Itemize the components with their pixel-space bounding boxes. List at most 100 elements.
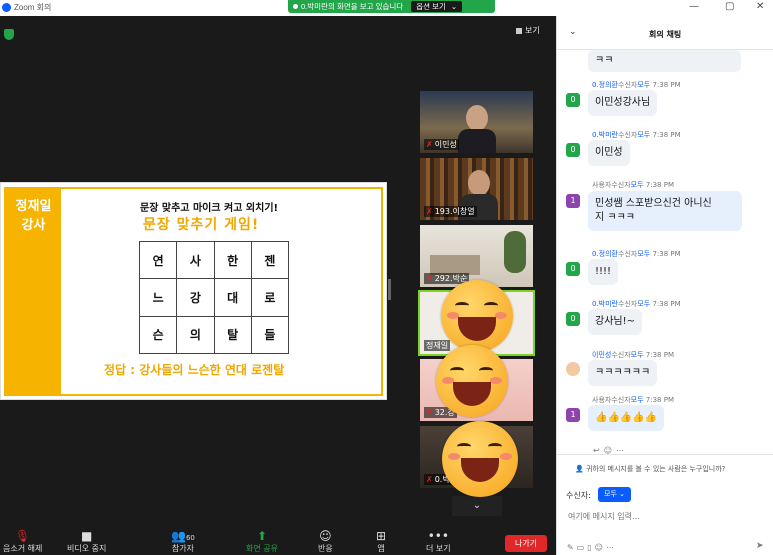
chat-message-meta: 이민성수신자모두 7:38 PM — [592, 351, 674, 359]
furniture-decor — [430, 255, 480, 275]
avatar: 0 — [566, 262, 580, 276]
leave-button[interactable]: 나가기 — [505, 535, 547, 552]
mic-muted-icon: ✗ — [426, 274, 433, 283]
chat-message-meta: 0.박미란수신자모두 7:38 PM — [592, 131, 681, 139]
avatar: 0 — [566, 312, 580, 326]
view-options-button[interactable]: 옵션 보기 ⌄ — [411, 1, 463, 12]
mic-muted-icon: ✗ — [426, 475, 433, 484]
grid-cell: 대 — [213, 278, 252, 317]
laughing-emoji-reaction-icon — [441, 280, 513, 352]
grid-cell: 사 — [176, 240, 215, 280]
chat-message-meta: 사용자수신자모두 7:38 PM — [592, 181, 674, 189]
slide-instructor-label: 정재일 강사 — [6, 189, 61, 394]
chevron-down-icon: ⌄ — [450, 2, 458, 11]
grid-cell: 강 — [176, 278, 215, 317]
participants-button[interactable]: 👥60 참가자 — [171, 529, 195, 554]
maximize-icon[interactable]: ▢ — [725, 1, 734, 12]
close-icon[interactable]: ✕ — [756, 1, 764, 12]
video-tile[interactable]: ✗ 292.박순 — [420, 225, 533, 287]
share-screen-icon: ⬆ — [256, 529, 268, 543]
chat-message-meta: 0.정의환수신자모두 7:38 PM — [592, 81, 681, 89]
avatar — [566, 362, 580, 376]
participant-face — [468, 170, 490, 196]
apps-icon: ⊞ — [376, 529, 387, 543]
laughing-emoji-reaction-icon — [442, 421, 518, 497]
chat-message-bubble: !!!! — [588, 259, 619, 285]
zoom-logo-icon — [2, 3, 11, 12]
unmute-button[interactable]: 🎙 음소거 해제 — [3, 529, 42, 554]
code-icon: ▭ — [576, 543, 588, 552]
chevron-down-icon: ⌄ — [619, 490, 625, 498]
panel-splitter-handle[interactable] — [388, 279, 391, 300]
recipient-select[interactable]: 모두 ⌄ — [598, 487, 631, 502]
chevron-down-icon[interactable]: ⌄ — [569, 27, 577, 37]
recipient-label: 수신자: — [566, 491, 591, 500]
privacy-hint-link[interactable]: 👤 귀하의 메시지를 볼 수 있는 사람은 누구입니까? — [575, 464, 725, 474]
grid-cell: 한 — [213, 240, 252, 280]
chat-message-bubble: 민성쌤 스포받으신건 아니신 지 ㅋㅋㅋ — [588, 191, 742, 231]
slide-title: 문장 맞추기 게임! — [143, 217, 260, 233]
chat-message-bubble: 👍👍👍👍👍 — [588, 405, 665, 431]
grid-cell: 슨 — [138, 315, 178, 355]
participant-name: 정재일 — [424, 340, 451, 351]
more-icon: ••• — [427, 529, 449, 543]
message-input[interactable] — [568, 509, 764, 523]
reaction-icon: ☺ — [319, 529, 332, 543]
video-tile[interactable]: ✗ 이민성 — [420, 91, 533, 153]
input-tools[interactable]: ✎▭▯☺⋯ — [567, 543, 617, 552]
chat-message-meta: 0.정의환수신자모두 7:38 PM — [592, 250, 681, 258]
laughing-emoji-reaction-icon — [436, 345, 508, 417]
participant-name: ✗ 이민성 — [424, 139, 459, 150]
microphone-muted-icon: 🎙 — [15, 529, 31, 543]
window-title: Zoom 회의 — [14, 3, 52, 12]
reactions-button[interactable]: ☺ 반응 — [318, 529, 333, 554]
video-camera-icon: ■ — [81, 529, 93, 543]
avatar: 1 — [566, 408, 580, 422]
participants-icon: 👥60 — [171, 529, 195, 543]
chat-message-bubble: 이민성 — [588, 140, 630, 166]
avatar: 0 — [566, 93, 580, 107]
screen-share-banner: 0.박미란의 화면을 보고 있습니다 옵션 보기 ⌄ — [288, 0, 495, 13]
slide-answer: 정답 : 강사들의 느슨한 연대 로젠탈 — [104, 363, 285, 377]
mic-muted-icon: ✗ — [426, 207, 433, 216]
chat-message-meta: 0.박미란수신자모두 7:38 PM — [592, 300, 681, 308]
chat-message-bubble: ㅋㅋㅋㅋㅋㅋ — [588, 360, 658, 386]
mic-muted-icon: ✗ — [426, 140, 433, 149]
minimize-icon[interactable]: — — [689, 1, 699, 12]
chat-header: ⌄ 회의 채팅 — [557, 16, 773, 50]
plant-decor — [504, 231, 526, 273]
more-icon: ⋯ — [606, 543, 618, 552]
slide-frame: 정재일 강사 문장 맞추고 마이크 켜고 외치기! 문장 맞추기 게임! 연 사… — [4, 187, 383, 396]
chat-message-bubble: ㅋㅋ — [588, 50, 741, 72]
grid-cell: 의 — [176, 315, 215, 355]
more-button[interactable]: ••• 더 보기 — [426, 529, 451, 554]
stop-video-button[interactable]: ■ 비디오 중지 — [67, 529, 106, 554]
grid-cell: 젠 — [250, 240, 290, 280]
shared-screen-slide: 정재일 강사 문장 맞추고 마이크 켜고 외치기! 문장 맞추기 게임! 연 사… — [0, 182, 387, 400]
mic-muted-icon: ✗ — [426, 408, 433, 417]
grid-cell: 탈 — [213, 315, 252, 355]
send-icon[interactable]: ➤ — [756, 541, 764, 551]
grid-cell: 로 — [250, 278, 290, 317]
share-screen-button[interactable]: ⬆ 화면 공유 — [246, 529, 278, 554]
video-tile[interactable]: ✗ 193.이창열 — [420, 158, 533, 220]
share-banner-text: 0.박미란의 화면을 보고 있습니다 — [301, 2, 404, 11]
letter-grid: 연 사 한 젠 느 강 대 로 슨 의 탈 들 — [138, 240, 290, 355]
slide-question: 문장 맞추고 마이크 켜고 외치기! — [140, 203, 279, 214]
chat-message-bubble: 강사님!~ — [588, 309, 642, 335]
avatar: 0 — [566, 143, 580, 157]
apps-button[interactable]: ⊞ 앱 — [376, 529, 386, 554]
security-shield-icon — [4, 29, 14, 40]
chat-message-meta: 사용자수신자모두 7:38 PM — [592, 396, 674, 404]
participant-face — [466, 105, 488, 131]
participant-name: ✗ 193.이창열 — [424, 206, 477, 217]
avatar: 1 — [566, 194, 580, 208]
meeting-toolbar: 🎙 음소거 해제 ■ 비디오 중지 👥60 참가자 ⬆ 화면 공유 ☺ 반응 ⊞ 앱 •••… — [0, 525, 556, 555]
view-button[interactable]: 보기 — [516, 25, 540, 36]
participant-body — [458, 129, 496, 153]
chevron-down-icon: ⌄ — [472, 500, 482, 511]
grid-view-icon — [516, 27, 522, 34]
format-icon: ✎ — [567, 543, 577, 552]
meeting-area: 보기 정재일 강사 문장 맞추고 마이크 켜고 외치기! 문장 맞추기 게임! … — [0, 16, 556, 555]
scroll-tiles-down-button[interactable]: ⌄ — [452, 496, 502, 516]
